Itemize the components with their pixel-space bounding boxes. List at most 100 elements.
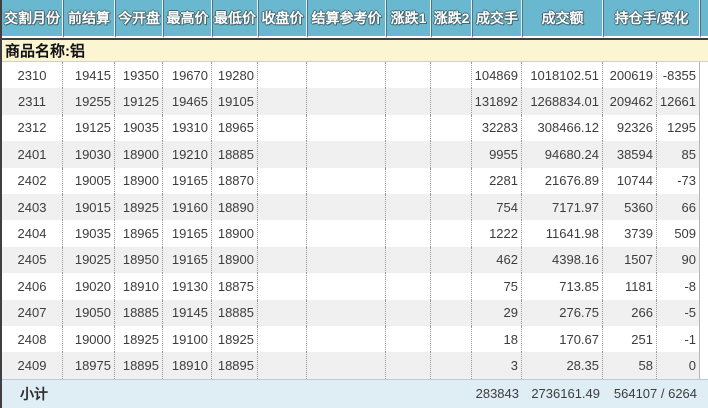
cell-prev-settlement: 18975 [63,352,115,379]
cell-high: 19165 [163,167,212,194]
cell-turnover: 1268834.01 [522,88,603,115]
cell-oi-change: 66 [657,193,701,221]
col-close: 收盘价 [258,0,307,38]
cell-low: 18885 [212,299,258,326]
cell-volume: 9955 [472,141,522,168]
cell-change-2 [431,62,472,89]
subtotal-turnover: 2736161.49 [522,378,603,408]
cell-volume: 1222 [472,220,522,247]
cell-open-interest: 251 [603,325,657,353]
table-body: 商品名称:铝 2310 19415 19350 19670 19280 1048… [2,38,708,408]
cell-close [258,273,307,300]
cell-open: 18900 [115,141,163,168]
cell-settlement-ref [307,352,386,379]
cell-volume: 32283 [472,114,522,142]
cell-open-interest: 5360 [603,193,657,221]
cell-open-interest: 266 [603,299,657,326]
col-low: 最低价 [212,0,258,38]
table-row: 2407 19050 18885 19145 18885 29 276.75 2… [2,299,708,326]
cell-change-2 [431,193,472,221]
cell-low: 18900 [212,220,258,247]
cell-change-2 [431,299,472,326]
cell-settlement-ref [307,273,386,300]
cell-open-interest: 200619 [603,62,657,89]
cell-close [258,88,307,115]
commodity-name-label: 商品名称:铝 [2,38,708,62]
cell-open: 19350 [115,62,163,89]
cell-delivery-month: 2312 [2,114,63,142]
cell-volume: 754 [472,193,522,221]
cell-prev-settlement: 19015 [63,193,115,221]
cell-close [258,352,307,379]
cell-settlement-ref [307,246,386,274]
subtotal-open-interest: 564107 / 6264 [603,378,701,408]
cell-turnover: 276.75 [522,299,603,326]
cell-prev-settlement: 19025 [63,246,115,274]
cell-turnover: 11641.98 [522,220,603,247]
col-settlement-ref: 结算参考价 [307,0,386,38]
cell-oi-change: -1 [657,325,701,353]
cell-volume: 75 [472,273,522,300]
next-column-sliver [700,114,708,142]
cell-change-1 [386,62,431,89]
cell-delivery-month: 2409 [2,352,63,379]
cell-low: 19105 [212,88,258,115]
cell-open-interest: 1181 [603,273,657,300]
cell-change-1 [386,325,431,353]
cell-high: 19160 [163,193,212,221]
cell-change-1 [386,88,431,115]
cell-settlement-ref [307,220,386,247]
cell-prev-settlement: 19000 [63,325,115,353]
col-delivery-month: 交割月份 [2,0,63,38]
subtotal-volume: 283843 [472,378,522,408]
next-column-sliver [700,325,708,353]
cell-prev-settlement: 19005 [63,167,115,194]
cell-open: 18925 [115,325,163,353]
next-column-sliver [700,167,708,194]
cell-low: 18875 [212,273,258,300]
cell-change-2 [431,352,472,379]
cell-close [258,193,307,221]
cell-open: 18925 [115,193,163,221]
subtotal-label: 小计 [2,378,472,408]
cell-settlement-ref [307,62,386,89]
col-prev-settlement: 前结算 [63,0,115,38]
table-row: 2409 18975 18895 18910 18895 3 28.35 58 … [2,352,708,379]
next-column-sliver [700,299,708,326]
cell-settlement-ref [307,114,386,142]
next-column-sliver [700,273,708,300]
cell-delivery-month: 2402 [2,167,63,194]
cell-turnover: 94680.24 [522,141,603,168]
cell-oi-change: 85 [657,141,701,168]
cell-turnover: 4398.16 [522,246,603,274]
cell-settlement-ref [307,141,386,168]
cell-volume: 131892 [472,88,522,115]
cell-oi-change: 509 [657,220,701,247]
cell-volume: 18 [472,325,522,353]
cell-high: 19145 [163,299,212,326]
cell-oi-change: 1295 [657,114,701,142]
cell-close [258,325,307,353]
cell-close [258,141,307,168]
table-row: 2310 19415 19350 19670 19280 104869 1018… [2,62,708,89]
cell-open-interest: 92326 [603,114,657,142]
cell-delivery-month: 2407 [2,299,63,326]
table-row: 2406 19020 18910 19130 18875 75 713.85 1… [2,273,708,300]
cell-prev-settlement: 19050 [63,299,115,326]
cell-turnover: 308466.12 [522,114,603,142]
next-column-sliver [700,141,708,168]
cell-high: 19165 [163,246,212,274]
cell-turnover: 7171.97 [522,193,603,221]
cell-delivery-month: 2408 [2,325,63,353]
cell-change-1 [386,167,431,194]
col-change-2: 涨跌2 [431,0,472,38]
cell-open: 18965 [115,220,163,247]
cell-oi-change: -5 [657,299,701,326]
next-column-partial-header [700,0,708,38]
table-row: 2403 19015 18925 19160 18890 754 7171.97… [2,193,708,221]
cell-open: 18885 [115,299,163,326]
cell-oi-change: -73 [657,167,701,194]
cell-volume: 3 [472,352,522,379]
cell-change-2 [431,114,472,142]
cell-high: 18910 [163,352,212,379]
